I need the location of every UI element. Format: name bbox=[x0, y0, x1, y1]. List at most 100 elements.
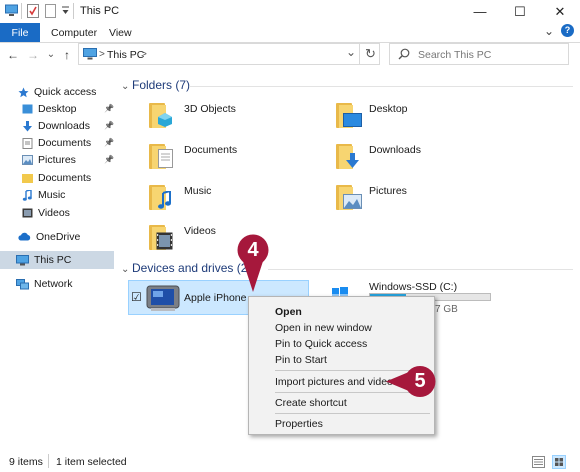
sidebar-item-label: Quick access bbox=[34, 85, 97, 98]
folder-label: Pictures bbox=[369, 185, 407, 197]
music-note-icon bbox=[22, 188, 33, 201]
minimize-button[interactable]: — bbox=[460, 0, 500, 23]
callout-step-4: 4 bbox=[237, 234, 269, 296]
sidebar-item-label: Music bbox=[38, 188, 66, 201]
sidebar-item-this-pc[interactable]: This PC bbox=[0, 251, 114, 269]
sidebar-item-label: Pictures bbox=[38, 153, 76, 166]
window-title: This PC bbox=[80, 5, 120, 17]
search-placeholder: Search This PC bbox=[418, 49, 492, 61]
close-button[interactable]: ✕ bbox=[540, 0, 580, 23]
breadcrumb-separator[interactable]: > bbox=[99, 49, 105, 60]
menu-item-open[interactable]: Open bbox=[250, 304, 433, 320]
folder-music[interactable]: Music bbox=[149, 182, 329, 216]
menu-item-pin-quick-access[interactable]: Pin to Quick access bbox=[250, 336, 433, 352]
folder-3d-objects[interactable]: 3D Objects bbox=[149, 100, 329, 134]
divider bbox=[21, 3, 22, 19]
status-item-count: 9 items bbox=[9, 456, 43, 468]
expand-ribbon-icon[interactable]: ⌄ bbox=[544, 24, 554, 38]
menu-item-open-new-window[interactable]: Open in new window bbox=[250, 320, 433, 336]
sidebar-item-music[interactable]: Music bbox=[0, 186, 114, 203]
drive-label[interactable]: Windows-SSD (C:) bbox=[369, 281, 457, 293]
this-pc-icon bbox=[5, 4, 18, 18]
sidebar-item-videos[interactable]: Videos bbox=[0, 204, 114, 221]
pin-icon: 📌 bbox=[104, 155, 114, 164]
sidebar-item-label: Documents bbox=[38, 136, 92, 149]
new-folder-icon[interactable] bbox=[45, 4, 56, 18]
folder-label: Desktop bbox=[369, 103, 408, 115]
breadcrumb[interactable]: This PC bbox=[107, 49, 144, 61]
folder-label: Downloads bbox=[369, 144, 421, 156]
pictures-folder-icon bbox=[336, 182, 362, 210]
downloads-folder-icon bbox=[336, 141, 362, 169]
star-icon bbox=[18, 87, 29, 97]
sidebar-item-quick-access[interactable]: Quick access bbox=[0, 83, 114, 100]
devices-group-header[interactable]: Devices and drives (2) bbox=[132, 261, 251, 275]
callout-step-5: 5 bbox=[386, 366, 436, 397]
recent-locations-button[interactable]: ⌄ bbox=[44, 48, 58, 62]
breadcrumb-chevron[interactable]: > bbox=[141, 49, 147, 60]
status-bar: 9 items 1 item selected bbox=[0, 452, 580, 472]
menu-item-create-shortcut[interactable]: Create shortcut bbox=[250, 395, 433, 411]
cloud-icon bbox=[18, 232, 31, 242]
sidebar-item-label: Documents bbox=[38, 171, 92, 184]
sidebar-item-label: OneDrive bbox=[36, 230, 81, 243]
sidebar-item-documents-folder[interactable]: Documents bbox=[0, 169, 114, 186]
large-icons-view-icon[interactable] bbox=[552, 455, 566, 469]
collapse-chevron-icon[interactable]: ⌄ bbox=[121, 81, 129, 92]
videos-folder-icon bbox=[149, 222, 175, 250]
sidebar-item-downloads[interactable]: Downloads 📌 bbox=[0, 117, 114, 134]
sidebar-item-network[interactable]: Network bbox=[0, 275, 114, 292]
folders-group-header[interactable]: Folders (7) bbox=[132, 78, 190, 92]
pin-icon: 📌 bbox=[104, 121, 114, 130]
details-view-icon[interactable] bbox=[532, 456, 545, 468]
sidebar-item-label: Desktop bbox=[38, 102, 77, 115]
folder-documents[interactable]: Documents bbox=[149, 141, 329, 175]
menu-separator bbox=[275, 413, 430, 414]
folder-downloads[interactable]: Downloads bbox=[336, 141, 516, 175]
folder-label: Music bbox=[184, 185, 212, 197]
help-icon[interactable]: ? bbox=[561, 24, 574, 37]
drive-free-space: 7 GB bbox=[435, 304, 458, 315]
group-divider bbox=[189, 86, 573, 87]
this-pc-icon bbox=[16, 255, 29, 266]
documents-folder-icon bbox=[149, 141, 175, 169]
folder-label: 3D Objects bbox=[184, 103, 236, 115]
divider bbox=[73, 3, 74, 19]
maximize-button[interactable]: ☐ bbox=[500, 0, 540, 23]
divider bbox=[359, 44, 360, 64]
music-folder-icon bbox=[149, 182, 175, 210]
refresh-button[interactable]: ↻ bbox=[365, 46, 376, 62]
forward-button[interactable]: → bbox=[26, 48, 40, 62]
network-icon bbox=[16, 278, 29, 289]
videos-icon bbox=[22, 208, 33, 218]
folder-pictures[interactable]: Pictures bbox=[336, 182, 516, 216]
phone-device-icon bbox=[146, 283, 180, 313]
menu-item-properties[interactable]: Properties bbox=[250, 416, 433, 432]
sidebar-item-pictures[interactable]: Pictures 📌 bbox=[0, 151, 114, 168]
folder-label: Documents bbox=[184, 144, 238, 156]
folder-label: Videos bbox=[184, 225, 216, 237]
properties-icon[interactable] bbox=[27, 4, 39, 18]
back-button[interactable]: ← bbox=[6, 48, 20, 62]
sidebar-item-documents[interactable]: Documents 📌 bbox=[0, 134, 114, 151]
folder-desktop[interactable]: Desktop bbox=[336, 100, 516, 134]
download-arrow-icon bbox=[22, 120, 33, 131]
customize-toolbar-icon[interactable] bbox=[61, 5, 70, 17]
tab-file[interactable]: File bbox=[0, 23, 40, 42]
sidebar-item-onedrive[interactable]: OneDrive bbox=[0, 228, 114, 245]
collapse-chevron-icon[interactable]: ⌄ bbox=[121, 264, 129, 275]
sidebar-item-label: This PC bbox=[34, 254, 72, 266]
tab-computer[interactable]: Computer bbox=[51, 27, 97, 39]
sidebar-item-desktop[interactable]: Desktop 📌 bbox=[0, 100, 114, 117]
search-icon bbox=[398, 48, 410, 60]
address-dropdown-icon[interactable]: ⌄ bbox=[346, 45, 356, 59]
up-button[interactable]: ↑ bbox=[60, 48, 74, 62]
callout-number: 5 bbox=[414, 369, 426, 392]
divider bbox=[48, 454, 49, 468]
3d-objects-folder-icon bbox=[149, 100, 175, 128]
selection-checkbox[interactable]: ☑ bbox=[131, 290, 142, 304]
tab-view[interactable]: View bbox=[109, 27, 132, 39]
group-divider bbox=[268, 269, 573, 270]
this-pc-icon bbox=[83, 48, 97, 60]
pin-icon: 📌 bbox=[104, 138, 114, 147]
